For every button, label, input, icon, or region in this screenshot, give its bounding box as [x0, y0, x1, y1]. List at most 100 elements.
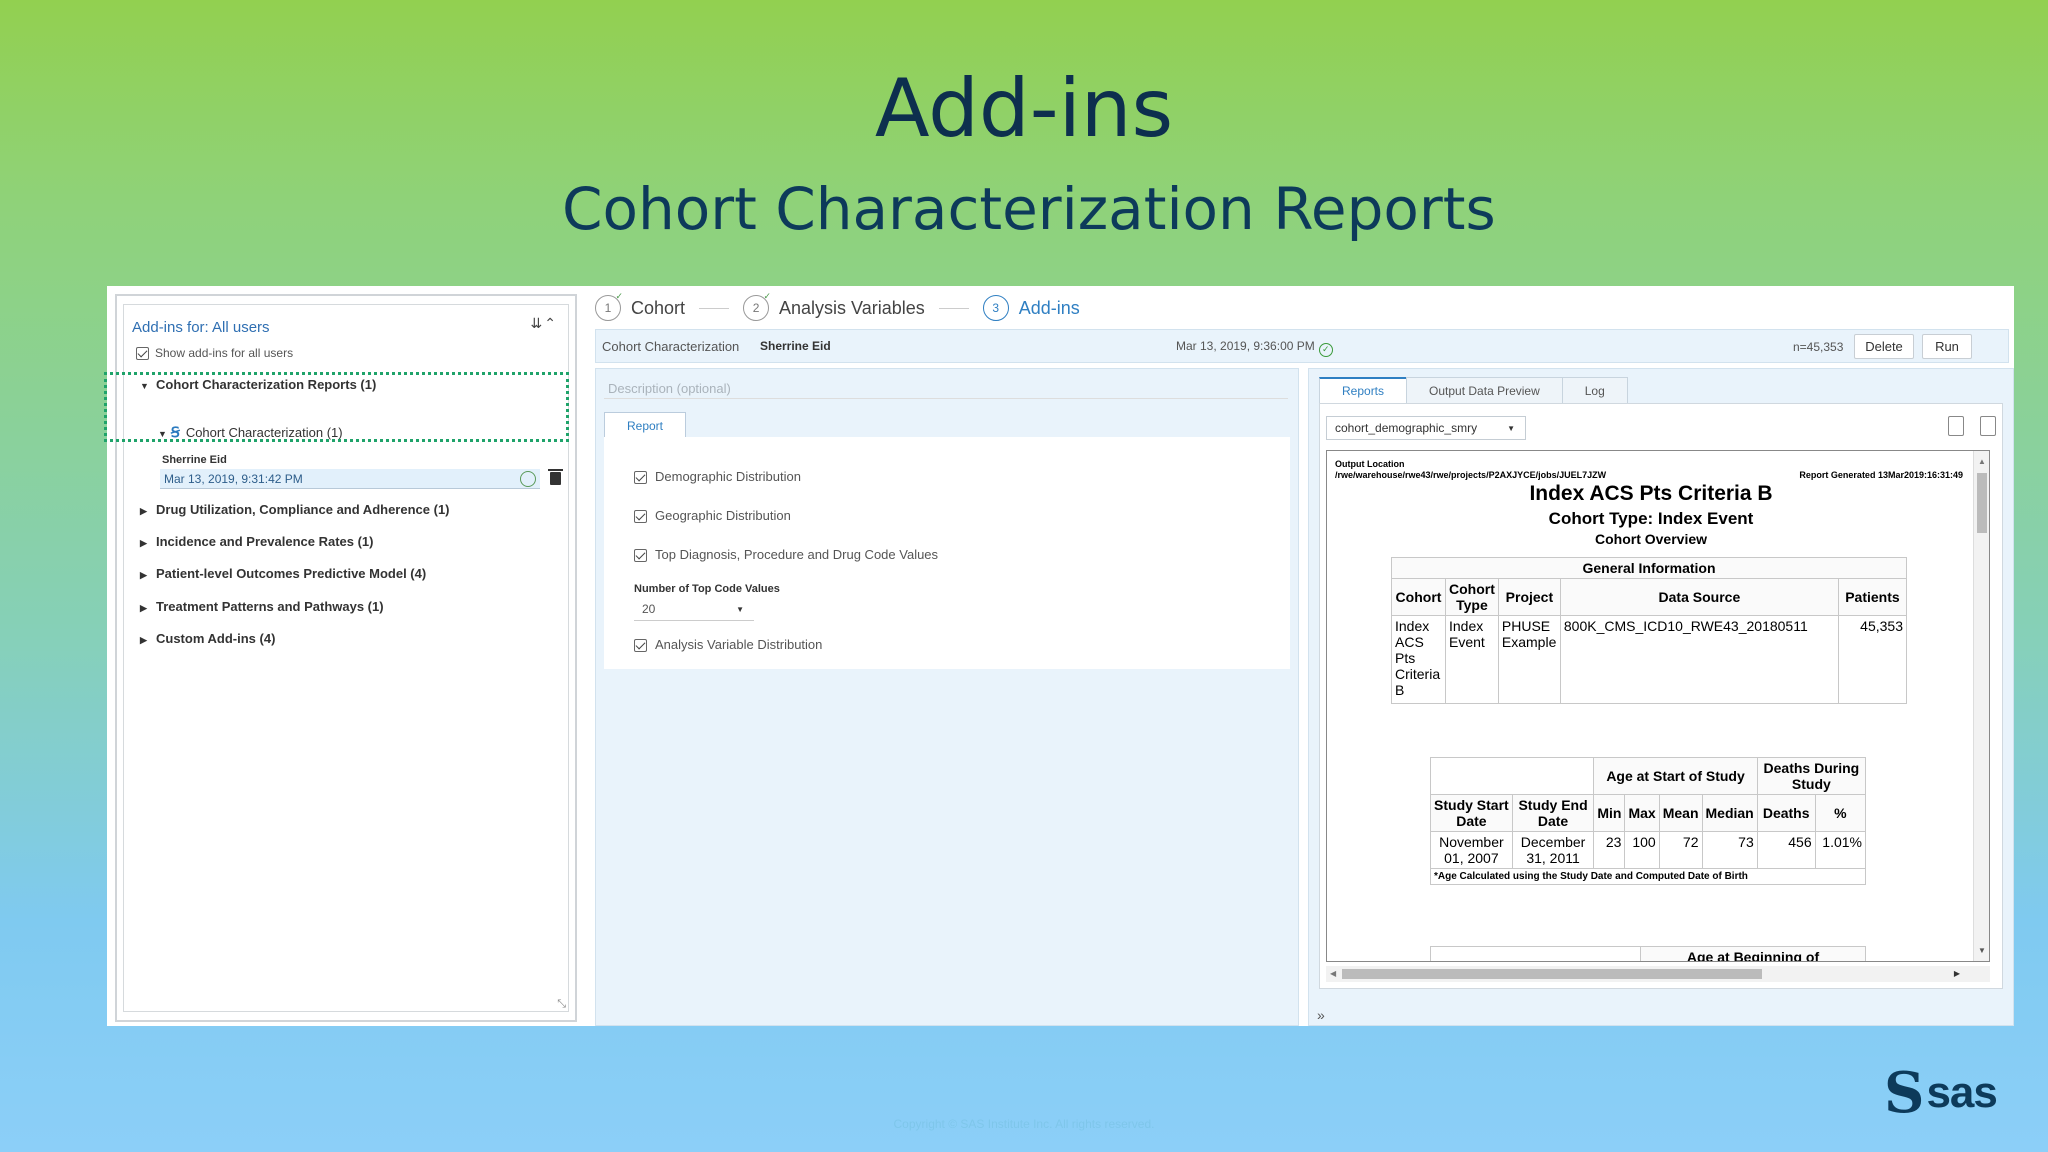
tab-reports[interactable]: Reports	[1319, 377, 1408, 404]
option-label: Geographic Distribution	[655, 508, 791, 523]
caret-right-icon[interactable]: ▶	[140, 635, 156, 646]
tree-item-label: Drug Utilization, Compliance and Adheren…	[156, 502, 450, 517]
tab-log[interactable]: Log	[1561, 377, 1628, 404]
table-cell: 72	[1658, 831, 1703, 869]
table-cell: 45,353	[1837, 615, 1908, 704]
check-icon: ✓	[763, 291, 772, 301]
column-header: Study End Date	[1511, 794, 1595, 832]
addin-instance-row[interactable]: Mar 13, 2019, 9:31:42 PM	[160, 469, 540, 489]
chevron-down-icon: ▼	[1507, 424, 1515, 433]
addins-header: Add-ins for: All users	[132, 319, 270, 336]
step-number: 1 ✓	[595, 291, 623, 321]
tree-item-custom-addins[interactable]: ▶ Custom Add-ins (4)	[140, 631, 275, 646]
empty-header	[1430, 946, 1641, 961]
checkbox-icon[interactable]	[634, 510, 647, 524]
slide-title: Add-ins	[874, 62, 1174, 155]
checkbox-icon[interactable]	[136, 347, 149, 361]
select-value: 20	[642, 602, 656, 616]
column-header: Min	[1593, 794, 1626, 832]
tab-output-data-preview[interactable]: Output Data Preview	[1406, 377, 1563, 404]
scroll-right-icon[interactable]: ▶	[1954, 969, 1960, 978]
checkbox-icon[interactable]	[634, 549, 647, 563]
geographic-checkbox[interactable]: Geographic Distribution	[634, 508, 791, 524]
horizontal-scrollbar[interactable]: ◀ ▶	[1326, 966, 1990, 982]
results-panel: Reports Output Data Preview Log cohort_d…	[1308, 368, 2014, 1026]
scroll-down-icon[interactable]: ▼	[1978, 946, 1986, 955]
table-cell: December 31, 2011	[1511, 831, 1595, 869]
tree-item-incidence-prevalence[interactable]: ▶ Incidence and Prevalence Rates (1)	[140, 534, 373, 549]
scroll-thumb[interactable]	[1977, 473, 1987, 533]
age-beginning-table: Age at Beginning of	[1430, 946, 1866, 961]
table-cell: November 01, 2007	[1430, 831, 1513, 869]
top-codes-checkbox[interactable]: Top Diagnosis, Procedure and Drug Code V…	[634, 547, 939, 563]
vertical-scrollbar[interactable]: ▲ ▼	[1973, 451, 1989, 961]
table-cell: PHUSE Example	[1497, 615, 1561, 704]
select-value: cohort_demographic_smry	[1335, 421, 1478, 435]
column-header: %	[1814, 794, 1867, 832]
caret-right-icon[interactable]: ▶	[140, 603, 156, 614]
caret-right-icon[interactable]: ▶	[140, 570, 156, 581]
column-header: Deaths	[1756, 794, 1816, 832]
step-label: Add-ins	[1018, 297, 1080, 318]
addins-panel: Add-ins for: All users ⇊⌃ Show add-ins f…	[104, 294, 577, 1022]
dataset-select[interactable]: cohort_demographic_smry ▼	[1326, 416, 1526, 440]
option-label: Demographic Distribution	[655, 469, 801, 484]
table-caption: General Information	[1391, 557, 1907, 579]
output-location-path: /rwe/warehouse/rwe43/rwe/projects/P2AXJY…	[1335, 470, 1607, 480]
option-label: Top Diagnosis, Procedure and Drug Code V…	[655, 547, 939, 562]
highlight-annotation	[104, 372, 569, 442]
group-header: Deaths During Study	[1756, 757, 1867, 795]
patient-count: n=45,353	[1793, 340, 1844, 354]
export-pdf-icon[interactable]	[1948, 416, 1964, 436]
step-cohort[interactable]: 1 ✓ Cohort	[595, 291, 685, 321]
top-codes-select[interactable]: 20 ▼	[634, 599, 754, 621]
report-section-title: Cohort Overview	[1594, 531, 1708, 547]
step-addins[interactable]: 3 Add-ins	[982, 295, 1080, 321]
tree-item-label: Custom Add-ins (4)	[156, 631, 276, 646]
group-header: Age at Start of Study	[1593, 757, 1758, 795]
step-analysis-variables[interactable]: 2 ✓ Analysis Variables	[743, 291, 925, 321]
resize-grip-icon[interactable]: ⤡	[557, 998, 566, 1011]
column-header: Max	[1624, 794, 1660, 832]
analysis-variable-checkbox[interactable]: Analysis Variable Distribution	[634, 637, 822, 653]
copyright-text: Copyright © SAS Institute Inc. All right…	[893, 1117, 1155, 1131]
step-label: Analysis Variables	[779, 297, 925, 318]
delete-button[interactable]: Delete	[1854, 334, 1914, 359]
table-cell: 100	[1624, 831, 1660, 869]
collapse-expand-icon[interactable]: ⇊⌃	[531, 315, 558, 332]
demographic-checkbox[interactable]: Demographic Distribution	[634, 469, 801, 485]
tree-item-patient-level-outcomes[interactable]: ▶ Patient-level Outcomes Predictive Model…	[140, 566, 426, 581]
table-cell: 456	[1756, 831, 1816, 869]
expand-panel-icon[interactable]: »	[1317, 1007, 1325, 1023]
document-icon[interactable]	[1980, 416, 1996, 436]
scroll-up-icon[interactable]: ▲	[1978, 457, 1986, 466]
tree-item-treatment-patterns[interactable]: ▶ Treatment Patterns and Pathways (1)	[140, 599, 384, 614]
caret-right-icon[interactable]: ▶	[140, 538, 156, 549]
tree-item-drug-utilization[interactable]: ▶ Drug Utilization, Compliance and Adhere…	[140, 502, 450, 517]
caret-right-icon[interactable]: ▶	[140, 506, 156, 517]
addin-date: Mar 13, 2019, 9:36:00 PM ✓	[1176, 339, 1333, 357]
tab-report[interactable]: Report	[604, 412, 686, 438]
step-number: 2 ✓	[743, 291, 771, 321]
scroll-left-icon[interactable]: ◀	[1330, 969, 1336, 978]
report-options: Demographic Distribution Geographic Dist…	[604, 437, 1290, 669]
output-location-label: Output Location	[1335, 459, 1405, 469]
show-all-checkbox[interactable]: Show add-ins for all users	[136, 346, 293, 361]
checkbox-icon[interactable]	[634, 471, 647, 485]
instance-date: Mar 13, 2019, 9:31:42 PM	[164, 472, 303, 486]
scroll-thumb[interactable]	[1342, 969, 1762, 979]
sas-logo-mark: S	[1884, 1060, 1925, 1126]
app-window: Add-ins for: All users ⇊⌃ Show add-ins f…	[104, 286, 2014, 1026]
description-input[interactable]: Description (optional)	[604, 377, 1288, 399]
edit-icon[interactable]	[520, 471, 536, 487]
run-button[interactable]: Run	[1922, 334, 1972, 359]
table-cell: 23	[1593, 831, 1626, 869]
empty-header	[1429, 757, 1595, 795]
checkbox-icon[interactable]	[634, 639, 647, 653]
trash-icon[interactable]	[548, 469, 563, 485]
author-label: Sherrine Eid	[162, 454, 227, 466]
table-row: November 01, 2007 December 31, 2011 23 1…	[1430, 831, 1867, 869]
results-tabs: Reports Output Data Preview Log	[1319, 377, 1628, 404]
column-header: Cohort	[1391, 578, 1446, 616]
general-info-table: General Information Cohort Cohort Type P…	[1391, 557, 1908, 704]
